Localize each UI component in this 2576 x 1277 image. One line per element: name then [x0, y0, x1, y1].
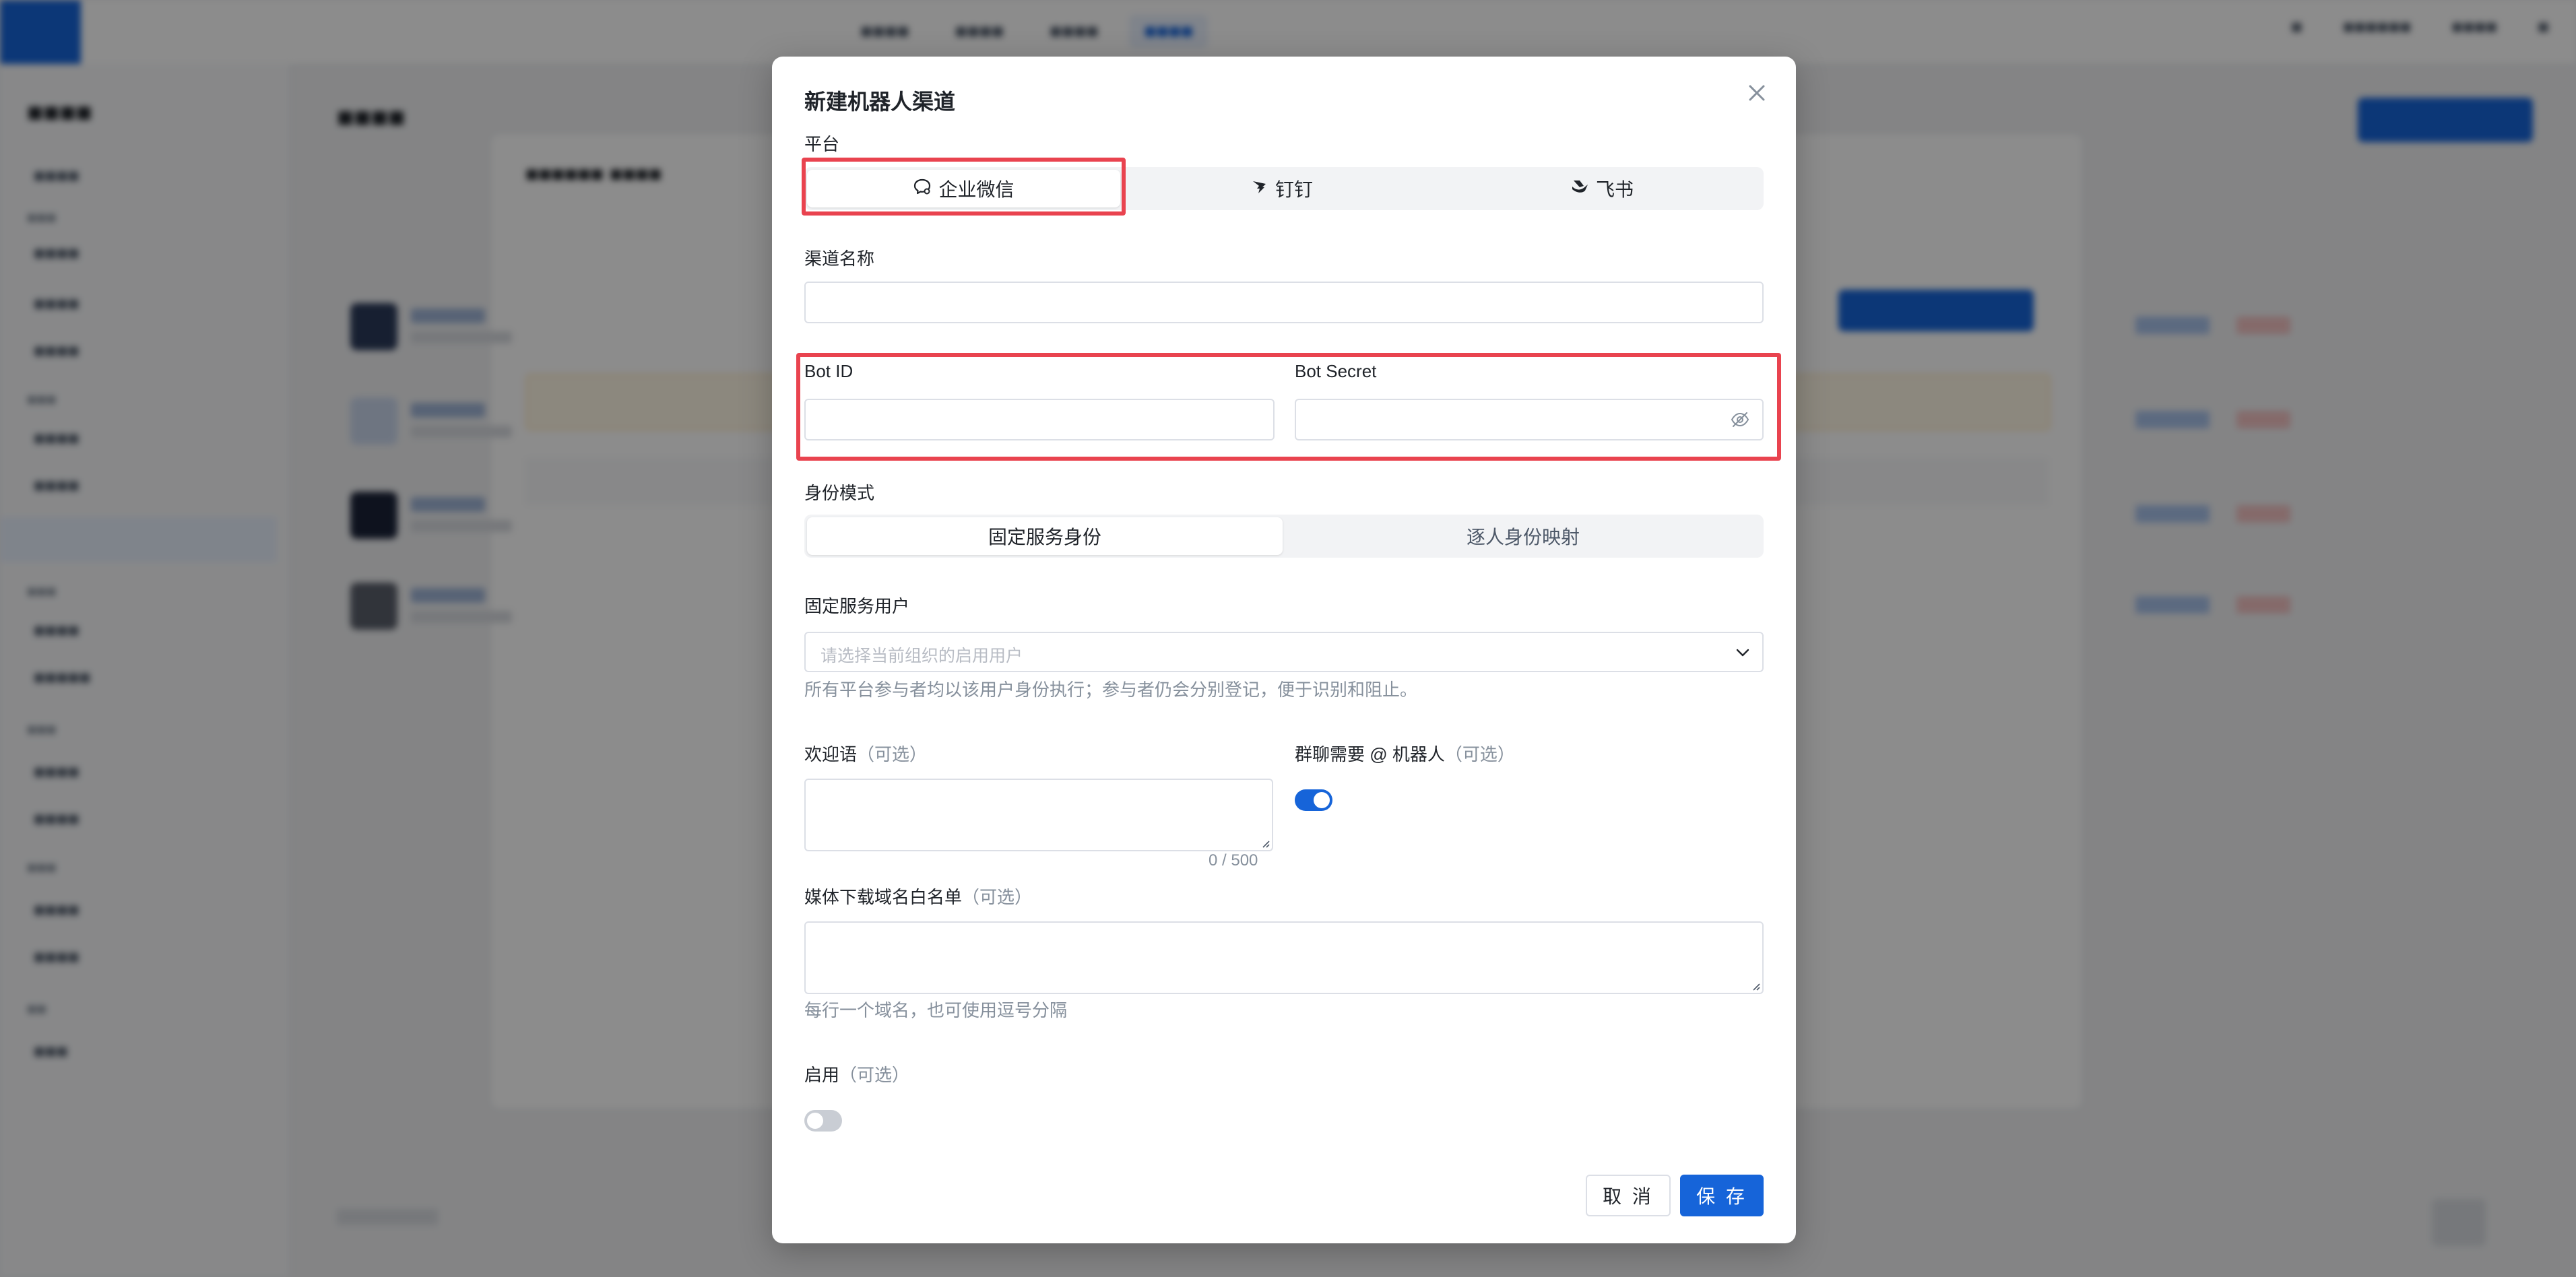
dingtalk-icon	[1251, 178, 1268, 200]
resize-grip-icon[interactable]	[1260, 839, 1270, 848]
platform-option-label: 钉钉	[1275, 179, 1313, 200]
platform-option-feishu[interactable]: 飞书	[1443, 170, 1761, 207]
service-user-hint: 所有平台参与者均以该用户身份执行；参与者仍会分别登记，便于识别和阻止。	[804, 680, 1418, 700]
chevron-down-icon	[1734, 644, 1751, 665]
welcome-counter: 0 / 500	[1209, 851, 1258, 870]
identity-mode-label-per-user: 逐人身份映射	[1466, 527, 1580, 548]
media-whitelist-hint: 每行一个域名，也可使用逗号分隔	[804, 1000, 1068, 1020]
media-whitelist-label: 媒体下载域名白名单（可选）	[804, 884, 1032, 909]
platform-option-dingtalk[interactable]: 钉钉	[1124, 170, 1440, 207]
close-icon[interactable]	[1742, 78, 1772, 108]
new-bot-channel-dialog: 新建机器人渠道 平台 企业微信 钉钉 飞书 渠道名称 Bot ID Bot Se…	[772, 57, 1796, 1243]
group-mention-label: 群聊需要 @ 机器人（可选）	[1295, 741, 1515, 766]
optional-tag: （可选）	[962, 887, 1033, 907]
enabled-toggle[interactable]	[804, 1110, 842, 1132]
welcome-label: 欢迎语（可选）	[804, 741, 927, 766]
optional-tag: （可选）	[857, 744, 928, 764]
media-whitelist-textarea[interactable]	[804, 921, 1764, 994]
group-mention-toggle[interactable]	[1295, 789, 1332, 811]
bot-id-label: Bot ID	[804, 361, 854, 381]
feishu-icon	[1570, 178, 1589, 200]
bot-id-input[interactable]	[804, 399, 1275, 440]
enabled-label: 启用（可选）	[804, 1061, 909, 1086]
service-user-placeholder: 请选择当前组织的启用用户	[820, 647, 1023, 665]
optional-tag: （可选）	[839, 1065, 910, 1085]
service-user-label: 固定服务用户	[804, 596, 910, 616]
identity-mode-fixed[interactable]: 固定服务身份	[807, 517, 1283, 555]
enabled-label-text: 启用	[804, 1065, 840, 1085]
save-button[interactable]: 保 存	[1680, 1175, 1764, 1216]
cancel-button[interactable]: 取 消	[1586, 1175, 1671, 1216]
media-whitelist-label-text: 媒体下载域名白名单	[804, 887, 963, 907]
bot-secret-input[interactable]	[1295, 399, 1764, 440]
platform-selector: 企业微信 钉钉 飞书	[804, 167, 1764, 210]
bot-secret-label: Bot Secret	[1295, 361, 1377, 381]
channel-name-input[interactable]	[804, 282, 1764, 323]
platform-option-wecom[interactable]: 企业微信	[807, 170, 1120, 207]
group-mention-label-text: 群聊需要 @ 机器人	[1295, 744, 1445, 764]
platform-option-label: 企业微信	[938, 179, 1015, 200]
identity-mode-label: 身份模式	[804, 483, 875, 503]
welcome-textarea[interactable]	[804, 779, 1273, 851]
chat-bubble-icon	[913, 177, 932, 201]
platform-option-label: 飞书	[1595, 179, 1634, 200]
identity-mode-selector: 固定服务身份 逐人身份映射	[804, 515, 1764, 558]
platform-label: 平台	[804, 134, 840, 154]
identity-mode-label-fixed: 固定服务身份	[988, 527, 1101, 548]
welcome-label-text: 欢迎语	[804, 744, 858, 764]
eye-off-icon[interactable]	[1730, 410, 1750, 432]
toggle-knob	[1314, 792, 1330, 808]
optional-tag: （可选）	[1444, 744, 1515, 764]
resize-grip-icon[interactable]	[1751, 981, 1760, 991]
service-user-select[interactable]: 请选择当前组织的启用用户	[804, 632, 1764, 672]
identity-mode-per-user[interactable]: 逐人身份映射	[1285, 517, 1761, 555]
toggle-knob	[807, 1113, 823, 1129]
dialog-title: 新建机器人渠道	[804, 90, 956, 114]
channel-name-label: 渠道名称	[804, 249, 875, 269]
